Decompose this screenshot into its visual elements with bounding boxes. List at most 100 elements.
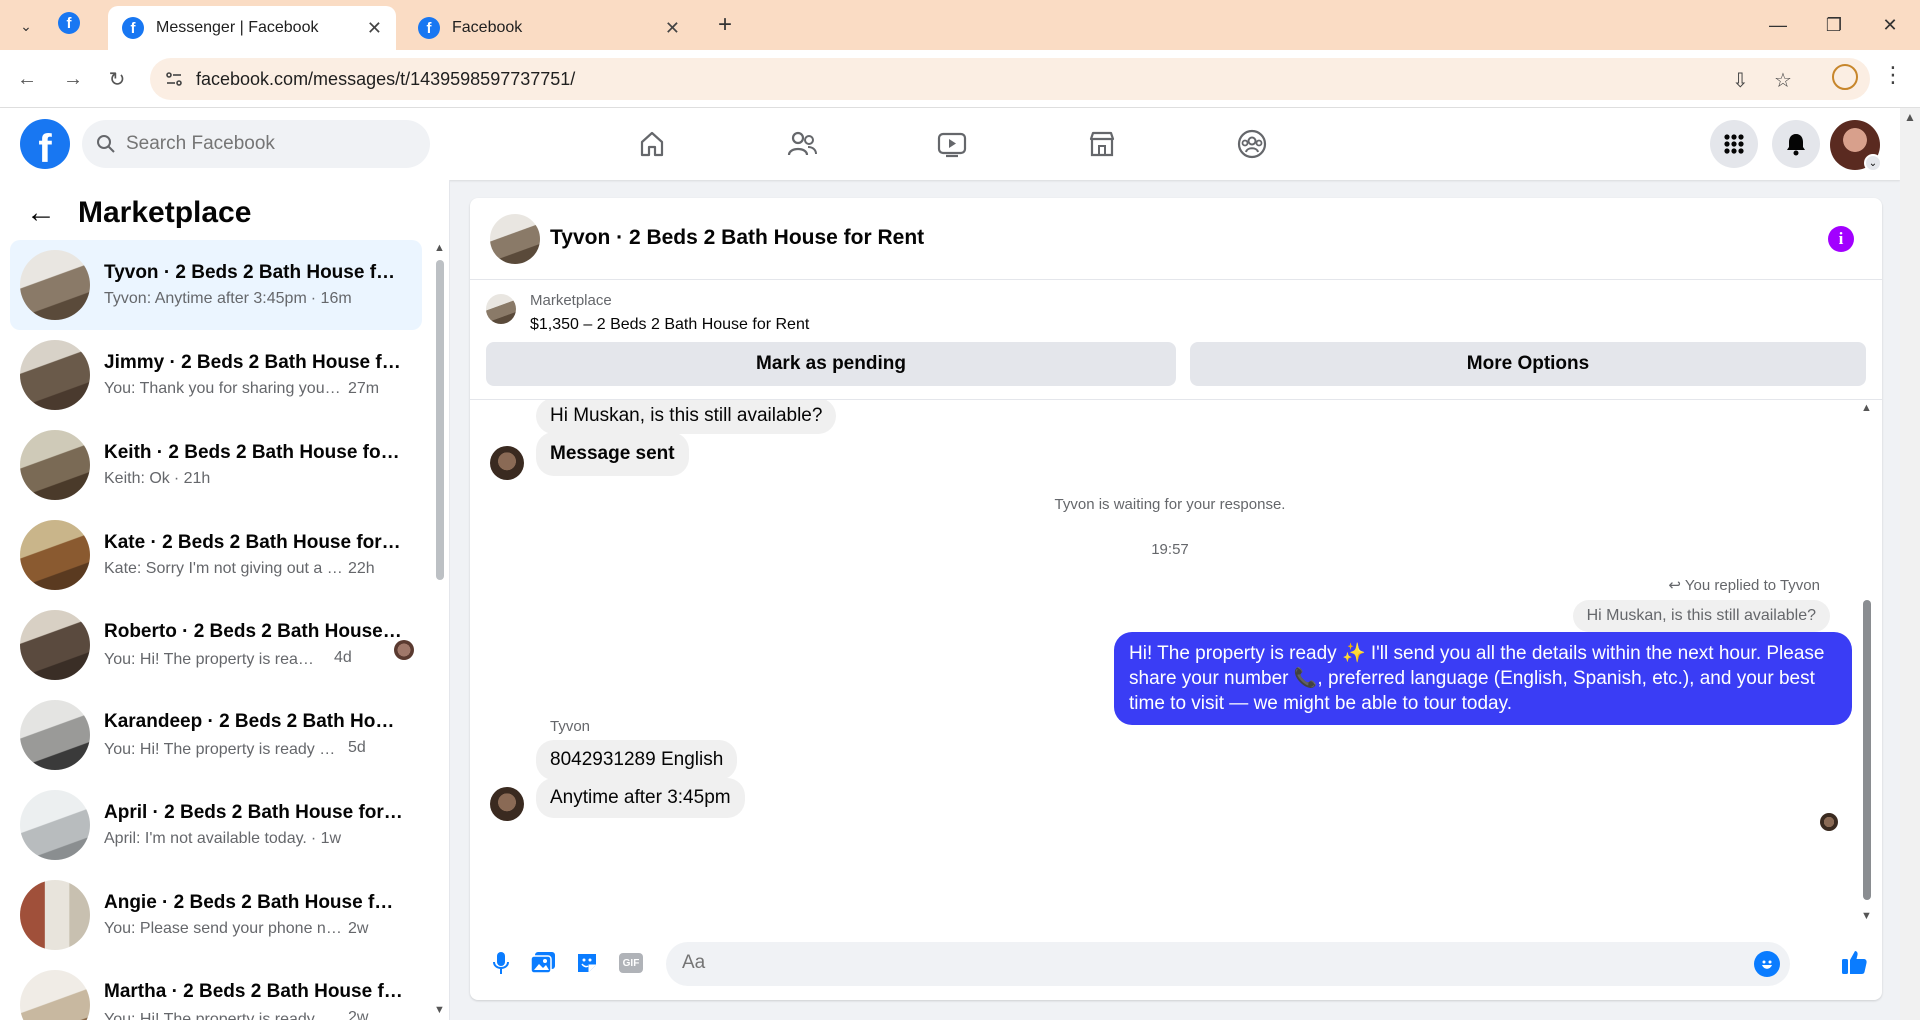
outgoing-message[interactable]: Hi! The property is ready ✨ I'll send yo… (1114, 632, 1852, 725)
conversation-preview: You: Hi! The property is ready ✨ I'll se… (104, 1011, 344, 1020)
conversation-preview: You: Thank you for sharing your number (104, 380, 344, 397)
conversation-item[interactable]: Karandeep · 2 Beds 2 Bath House for Rent… (10, 690, 422, 780)
scroll-down-arrow-icon[interactable]: ▼ (1861, 910, 1872, 922)
conversation-name: April · 2 Beds 2 Bath House for Rent (104, 802, 404, 823)
scroll-down-arrow-icon[interactable]: ▼ (434, 1004, 445, 1016)
emoji-icon[interactable] (1754, 951, 1780, 977)
mark-as-pending-button[interactable]: Mark as pending (486, 342, 1176, 386)
more-options-button[interactable]: More Options (1190, 342, 1866, 386)
facebook-search[interactable] (82, 120, 430, 168)
nav-marketplace-icon[interactable] (1082, 124, 1122, 164)
address-bar[interactable]: facebook.com/messages/t/1439598597737751… (150, 58, 1870, 100)
search-input[interactable] (126, 133, 406, 155)
conversation-item[interactable]: Angie · 2 Beds 2 Bath House for Rent You… (10, 870, 422, 960)
listing-thumbnail (20, 430, 90, 500)
close-window-button[interactable]: ✕ (1870, 10, 1910, 40)
gif-icon[interactable]: GIF (616, 948, 646, 978)
conversation-item[interactable]: Jimmy · 2 Beds 2 Bath House for Rent You… (10, 330, 422, 420)
conversation-name: Angie · 2 Beds 2 Bath House for Rent (104, 892, 404, 913)
info-icon[interactable]: i (1828, 226, 1854, 252)
tab-search-dropdown[interactable]: ⌄ (10, 10, 42, 42)
sender-name: Tyvon (550, 718, 591, 735)
scroll-up-arrow-icon[interactable]: ▲ (1861, 402, 1872, 414)
nav-groups-icon[interactable] (1232, 124, 1272, 164)
conversation-title[interactable]: Tyvon · 2 Beds 2 Bath House for Rent (550, 226, 924, 250)
seen-by-avatar (394, 640, 414, 660)
conversation-preview: Keith: Ok (104, 470, 170, 487)
tab-facebook[interactable]: f Facebook ✕ (404, 6, 694, 50)
scrollbar-thumb[interactable] (436, 260, 444, 580)
message-bubble[interactable]: Anytime after 3:45pm (536, 778, 745, 818)
nav-video-icon[interactable] (932, 124, 972, 164)
tab-messenger[interactable]: f Messenger | Facebook ✕ (108, 6, 396, 50)
message-scrollbar[interactable]: ▲ ▼ (1860, 400, 1874, 924)
pinned-tab-facebook[interactable]: f (58, 12, 80, 34)
sidebar-scrollbar[interactable]: ▲ ▼ (434, 240, 446, 1020)
reload-button[interactable]: ↻ (102, 64, 132, 94)
listing-thumbnail (20, 340, 90, 410)
sender-avatar[interactable] (490, 787, 524, 821)
install-app-icon[interactable]: ⇩ (1732, 68, 1749, 93)
sender-avatar[interactable] (490, 446, 524, 480)
scroll-up-arrow-icon[interactable]: ▲ (434, 242, 445, 254)
conversation-item[interactable]: Keith · 2 Beds 2 Bath House for Rent Kei… (10, 420, 422, 510)
message-bubble[interactable]: Message sent (536, 432, 689, 476)
photo-icon[interactable] (528, 948, 558, 978)
sticker-icon[interactable] (572, 948, 602, 978)
browser-menu-icon[interactable]: ⋮ (1882, 62, 1904, 88)
account-avatar[interactable]: ⌄ (1830, 120, 1882, 172)
conversation-name: Keith · 2 Beds 2 Bath House for Rent (104, 442, 404, 463)
conversation-item[interactable]: Kate · 2 Beds 2 Bath House for Rent Kate… (10, 510, 422, 600)
scrollbar-thumb[interactable] (1863, 600, 1871, 900)
scroll-up-arrow-icon[interactable]: ▲ (1904, 110, 1916, 124)
conversation-item[interactable]: Martha · 2 Beds 2 Bath House for Rent Yo… (10, 960, 422, 1020)
forward-button[interactable]: → (58, 64, 88, 94)
listing-banner: Marketplace $1,350 – 2 Beds 2 Bath House… (470, 280, 1882, 400)
message-input-wrapper (666, 942, 1790, 986)
back-arrow-icon[interactable]: ← (26, 196, 56, 230)
page-scrollbar[interactable]: ▲ (1900, 108, 1920, 1020)
close-tab-icon[interactable]: ✕ (665, 18, 680, 39)
conversation-name: Jimmy · 2 Beds 2 Bath House for Rent (104, 352, 404, 373)
notifications-bell-icon[interactable] (1772, 120, 1820, 168)
minimize-button[interactable]: — (1758, 10, 1798, 40)
conversation-item[interactable]: Roberto · 2 Beds 2 Bath House for Rent Y… (10, 600, 422, 690)
restore-button[interactable]: ❐ (1814, 10, 1854, 40)
conversation-time: 5d (348, 739, 366, 756)
message-bubble[interactable]: 8042931289 English (536, 740, 738, 780)
conversation-name: Karandeep · 2 Beds 2 Bath House for Rent (104, 711, 404, 732)
site-info-icon[interactable] (164, 69, 184, 89)
microphone-icon[interactable] (486, 948, 516, 978)
url-text: facebook.com/messages/t/1439598597737751… (196, 69, 576, 89)
listing-thumbnail (20, 790, 90, 860)
facebook-logo-icon[interactable]: f (20, 119, 70, 169)
listing-thumbnail (20, 520, 90, 590)
conversation-time: 2w (348, 920, 369, 937)
chevron-down-icon: ⌄ (1864, 154, 1882, 172)
new-tab-button[interactable]: + (710, 10, 740, 40)
conversation-time: 27m (348, 380, 380, 397)
conversation-time: · 1w (310, 830, 342, 847)
browser-profile-icon[interactable] (1832, 64, 1858, 90)
conversation-time: · 16m (310, 290, 352, 307)
thumbs-up-icon[interactable] (1840, 948, 1868, 981)
menu-grid-icon[interactable] (1710, 120, 1758, 168)
quoted-message[interactable]: Hi Muskan, is this still available? (1572, 600, 1830, 632)
message-input[interactable] (682, 952, 1722, 974)
conversation-item[interactable]: Tyvon · 2 Beds 2 Bath House for Rent Tyv… (10, 240, 422, 330)
nav-home-icon[interactable] (632, 124, 672, 164)
conversation-item[interactable]: April · 2 Beds 2 Bath House for Rent Apr… (10, 780, 422, 870)
listing-thumbnail (20, 700, 90, 770)
facebook-favicon-icon: f (58, 12, 80, 34)
listing-thumbnail (20, 880, 90, 950)
conversation-avatar[interactable] (490, 214, 540, 264)
conversation-preview: Kate: Sorry I'm not giving out a phone n… (104, 560, 344, 577)
listing-price[interactable]: $1,350 – 2 Beds 2 Bath House for Rent (530, 316, 809, 334)
nav-friends-icon[interactable] (782, 124, 822, 164)
listing-thumbnail[interactable] (486, 294, 516, 324)
back-button[interactable]: ← (12, 64, 42, 94)
bookmark-star-icon[interactable]: ☆ (1774, 68, 1792, 93)
conversation-name: Kate · 2 Beds 2 Bath House for Rent (104, 532, 404, 553)
close-tab-icon[interactable]: ✕ (367, 18, 382, 39)
message-bubble[interactable]: Hi Muskan, is this still available? (536, 400, 837, 434)
